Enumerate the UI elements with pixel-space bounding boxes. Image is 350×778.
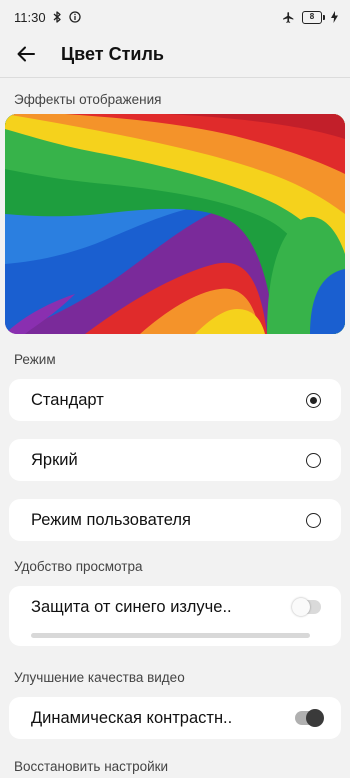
- radio-button-selected[interactable]: [306, 392, 321, 408]
- radio-button[interactable]: [306, 512, 321, 528]
- blue-light-label: Защита от синего излуче..: [31, 597, 232, 616]
- battery-icon: 8: [302, 10, 325, 24]
- dynamic-contrast-toggle[interactable]: [295, 709, 324, 727]
- blue-light-card: Защита от синего излуче..: [9, 586, 341, 646]
- mode-option-vivid[interactable]: Яркий: [9, 439, 341, 481]
- restore-settings-label[interactable]: Восстановить настройки: [0, 759, 350, 774]
- dynamic-contrast-card[interactable]: Динамическая контрастн..: [9, 697, 341, 739]
- info-icon: [68, 11, 81, 23]
- status-time: 11:30: [14, 9, 46, 25]
- mode-option-standard[interactable]: Стандарт: [9, 379, 341, 421]
- bluetooth-icon: [53, 11, 62, 23]
- toggle-knob: [292, 598, 310, 616]
- mode-option-label: Яркий: [31, 450, 78, 469]
- airplane-icon: [282, 11, 295, 24]
- color-preview-image: [5, 114, 345, 334]
- radio-button[interactable]: [306, 452, 321, 468]
- status-right: 8: [282, 10, 338, 24]
- charging-icon: [331, 11, 338, 23]
- blue-light-toggle[interactable]: [292, 598, 321, 616]
- page-title: Цвет Стиль: [61, 43, 164, 64]
- back-arrow-icon: [17, 46, 35, 62]
- mode-option-user[interactable]: Режим пользователя: [9, 499, 341, 541]
- mode-section-label: Режим: [14, 352, 56, 367]
- status-bar: 11:30 8: [0, 0, 350, 34]
- back-button[interactable]: [14, 42, 38, 66]
- app-bar: Цвет Стиль: [0, 34, 350, 74]
- video-enhancement-label: Улучшение качества видео: [14, 670, 185, 685]
- blue-light-row[interactable]: Защита от синего излуче..: [31, 586, 321, 628]
- dynamic-contrast-label: Динамическая контрастн..: [31, 708, 233, 727]
- mode-option-label: Режим пользователя: [31, 510, 191, 529]
- status-left: 11:30: [14, 10, 81, 25]
- display-effects-label: Эффекты отображения: [14, 92, 162, 107]
- header-divider: [0, 77, 350, 78]
- rainbow-wave-image: [5, 114, 345, 334]
- mode-option-label: Стандарт: [31, 390, 104, 409]
- battery-level: 8: [309, 12, 315, 21]
- toggle-knob: [306, 709, 324, 727]
- blue-light-intensity-slider[interactable]: [31, 633, 310, 638]
- viewing-comfort-label: Удобство просмотра: [14, 559, 143, 574]
